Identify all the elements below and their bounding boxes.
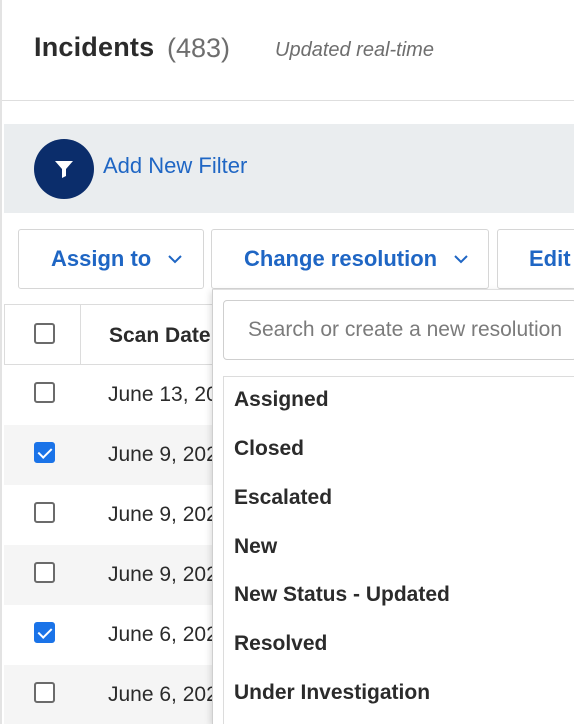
- select-all-checkbox[interactable]: [34, 323, 55, 344]
- page-title: Incidents: [34, 32, 155, 62]
- assign-to-button[interactable]: Assign to: [18, 229, 204, 289]
- resolution-option-new[interactable]: New: [234, 535, 277, 559]
- edit-label: Edit: [529, 246, 571, 271]
- row-checkbox[interactable]: [34, 622, 55, 643]
- resolution-option-closed[interactable]: Closed: [234, 437, 304, 461]
- page-header: Incidents (483) Updated real-time: [2, 0, 574, 101]
- add-filter-link[interactable]: Add New Filter: [103, 153, 247, 179]
- row-checkbox[interactable]: [34, 682, 55, 703]
- resolution-dropdown: Assigned Closed Escalated New New Status…: [212, 289, 574, 724]
- incidents-panel: Incidents (483) Updated real-time Add Ne…: [0, 0, 574, 724]
- chevron-down-icon: [168, 255, 182, 264]
- column-header-scan-date[interactable]: Scan Date: [109, 324, 211, 348]
- resolution-option-under-investigation[interactable]: Under Investigation: [234, 681, 430, 705]
- assign-to-label: Assign to: [51, 246, 152, 271]
- row-checkbox[interactable]: [34, 562, 55, 583]
- column-divider: [80, 305, 81, 365]
- funnel-icon: [55, 161, 73, 178]
- row-checkbox[interactable]: [34, 442, 55, 463]
- filter-bar: Add New Filter: [4, 124, 574, 213]
- resolution-search-input[interactable]: [223, 300, 574, 360]
- change-resolution-button[interactable]: Change resolution: [211, 229, 489, 289]
- incident-count: (483): [167, 33, 231, 63]
- add-filter-button[interactable]: [34, 139, 94, 199]
- resolution-option-escalated[interactable]: Escalated: [234, 486, 332, 510]
- resolution-options-list: Assigned Closed Escalated New New Status…: [223, 376, 574, 724]
- resolution-option-resolved[interactable]: Resolved: [234, 632, 327, 656]
- row-checkbox[interactable]: [34, 382, 55, 403]
- change-resolution-label: Change resolution: [244, 246, 438, 271]
- resolution-option-assigned[interactable]: Assigned: [234, 388, 329, 412]
- row-checkbox[interactable]: [34, 502, 55, 523]
- update-status: Updated real-time: [275, 39, 434, 61]
- chevron-down-icon: [454, 255, 468, 264]
- edit-button[interactable]: Edit: [497, 229, 574, 289]
- resolution-option-new-status-updated[interactable]: New Status - Updated: [234, 583, 450, 607]
- column-divider: [4, 305, 5, 365]
